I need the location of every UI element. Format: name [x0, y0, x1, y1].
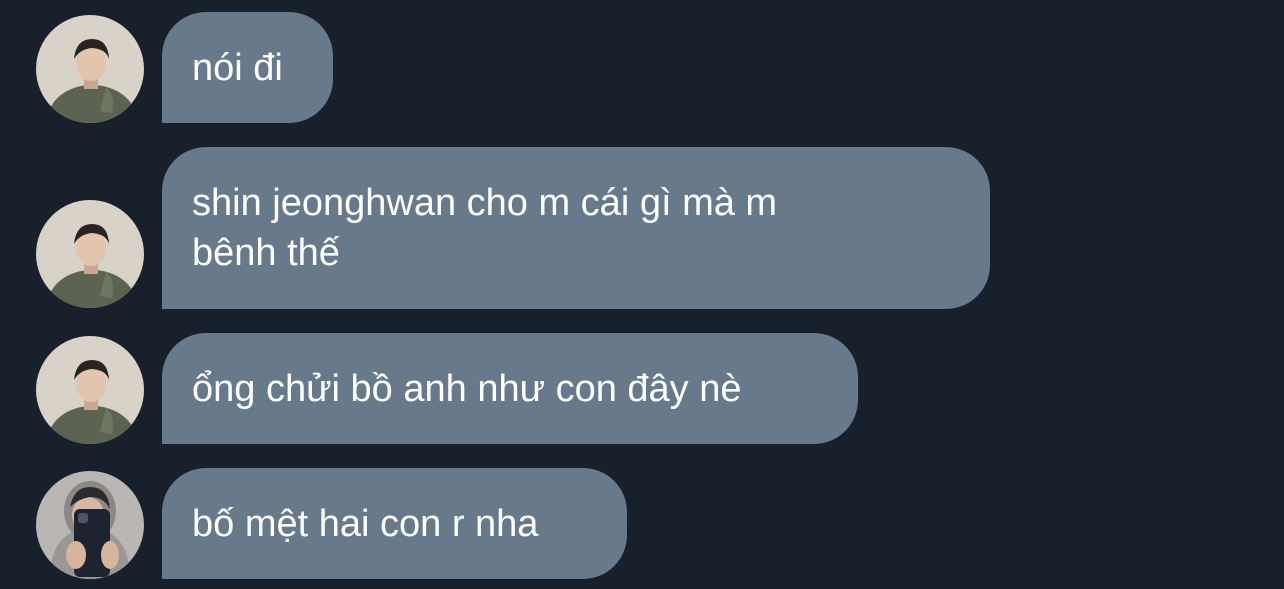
message-bubble[interactable]: ổng chửi bồ anh như con đây nè [162, 333, 858, 444]
message-bubble[interactable]: nói đi [162, 12, 333, 123]
message-text: nói đi [192, 46, 283, 89]
message-text: bố mệt hai con r nha [192, 502, 539, 545]
message-text: shin jeonghwan cho m cái gì mà m bênh th… [192, 182, 778, 274]
avatar[interactable] [36, 200, 144, 308]
message-bubble[interactable]: bố mệt hai con r nha [162, 468, 627, 579]
avatar-photo-icon [36, 471, 144, 579]
avatar[interactable] [36, 15, 144, 123]
avatar-photo-icon [36, 200, 144, 308]
avatar[interactable] [36, 471, 144, 579]
message-bubble[interactable]: shin jeonghwan cho m cái gì mà m bênh th… [162, 147, 990, 309]
avatar-photo-icon [36, 336, 144, 444]
avatar[interactable] [36, 336, 144, 444]
avatar-photo-icon [36, 15, 144, 123]
message-text: ổng chửi bồ anh như con đây nè [192, 367, 742, 410]
